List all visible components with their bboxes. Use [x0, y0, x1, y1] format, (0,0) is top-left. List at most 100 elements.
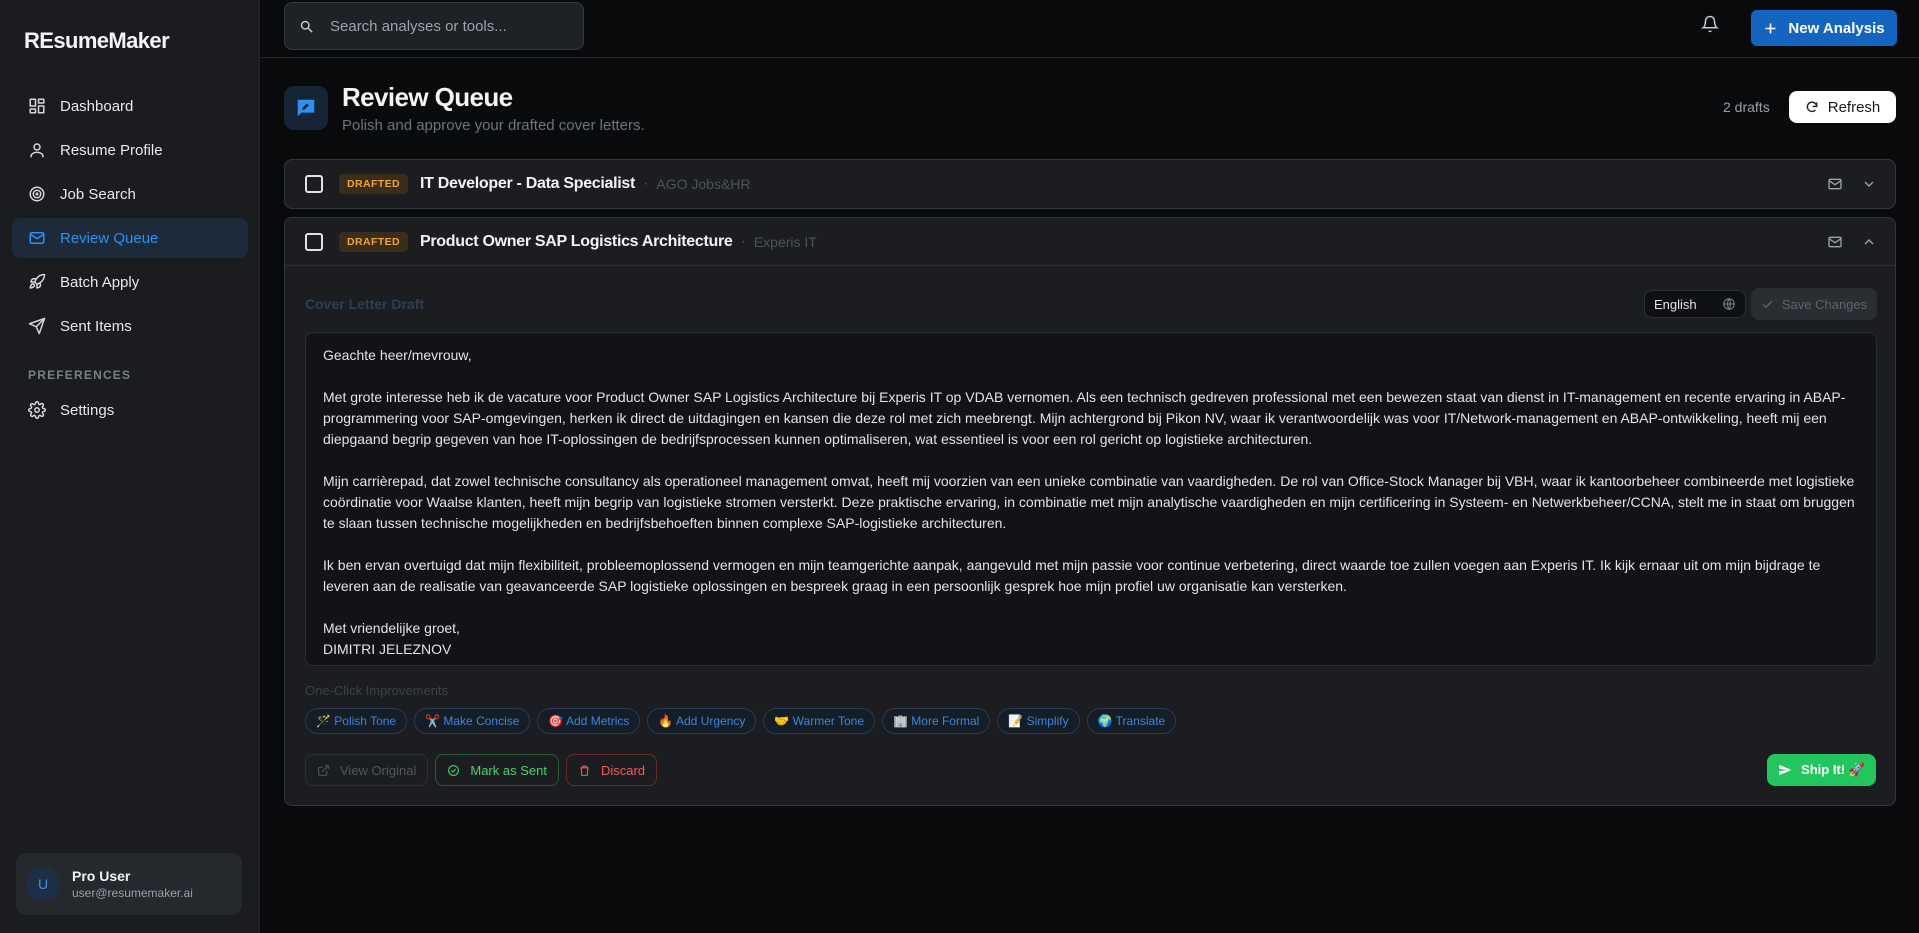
section-label-preferences: PREFERENCES	[28, 368, 132, 382]
status-badge: DRAFTED	[339, 174, 408, 194]
mail-icon	[29, 232, 45, 244]
company-name: AGO Jobs&HR	[656, 176, 751, 192]
sidebar-item-label: Sent Items	[60, 317, 132, 335]
check-icon	[1762, 300, 1773, 308]
discard-label: Discard	[600, 762, 646, 778]
save-label: Save Changes	[1781, 296, 1868, 312]
chevron-up-icon[interactable]	[1861, 234, 1877, 250]
chevron-down-icon[interactable]	[1861, 176, 1877, 192]
plus-icon	[1765, 23, 1776, 33]
draft-card[interactable]: DRAFTED IT Developer - Data Specialist ·…	[284, 159, 1896, 209]
mail-icon[interactable]	[1827, 234, 1843, 250]
refresh-icon	[1806, 101, 1818, 113]
user-name: Pro User	[72, 868, 131, 884]
draft-actions: View Original Mark as Sent Discard	[305, 754, 664, 786]
mail-icon[interactable]	[1827, 176, 1843, 192]
mark-as-sent-button[interactable]: Mark as Sent	[435, 754, 559, 786]
ship-it-button[interactable]: Ship It! 🚀	[1767, 754, 1876, 786]
select-checkbox[interactable]	[305, 175, 323, 193]
sidebar-item-batch-apply[interactable]: Batch Apply	[12, 262, 248, 302]
trash-icon	[580, 765, 589, 776]
job-title: IT Developer - Data Specialist	[419, 175, 636, 192]
user-card[interactable]: U Pro User user@resumemaker.ai	[16, 853, 242, 915]
select-checkbox[interactable]	[305, 232, 323, 251]
chip-add-urgency[interactable]: 🔥 Add Urgency	[647, 708, 757, 734]
chip-simplify[interactable]: 📝 Simplify	[997, 708, 1080, 734]
sidebar-item-label: Dashboard	[60, 97, 134, 115]
send-icon	[1779, 764, 1792, 776]
status-badge: DRAFTED	[339, 231, 408, 252]
sidebar-item-resume-profile[interactable]: Resume Profile	[12, 130, 248, 170]
view-original-button[interactable]: View Original	[305, 754, 429, 786]
discard-button[interactable]: Discard	[565, 754, 658, 786]
letter-paragraph: Met grote interesse heb ik de vacature v…	[323, 389, 1846, 447]
search-input[interactable]	[330, 17, 570, 35]
page-title: Review Queue	[342, 82, 513, 112]
improvement-chips: 🪄 Polish Tone ✂️ Make Concise 🎯 Add Metr…	[305, 708, 1183, 734]
target-icon	[29, 186, 45, 202]
brand-logo[interactable]: REsumeMaker	[24, 28, 170, 54]
sidebar-item-label: Resume Profile	[60, 141, 163, 159]
letter-closing: Met vriendelijke groet,	[323, 620, 460, 636]
bell-icon	[1700, 15, 1720, 33]
search-box[interactable]	[284, 2, 584, 50]
check-circle-icon	[448, 764, 460, 776]
user-email: user@resumemaker.ai	[72, 886, 193, 900]
mark-sent-label: Mark as Sent	[470, 762, 547, 778]
improvements-label: One-Click Improvements	[305, 683, 449, 698]
user-icon	[30, 143, 44, 158]
draft-card: DRAFTED Product Owner SAP Logistics Arch…	[284, 217, 1896, 806]
sidebar: REsumeMaker Dashboard Resume Profile Job…	[0, 0, 260, 933]
draft-card-header[interactable]: DRAFTED IT Developer - Data Specialist ·…	[285, 160, 1895, 208]
globe-icon	[1723, 298, 1735, 310]
chip-add-metrics[interactable]: 🎯 Add Metrics	[537, 708, 641, 734]
rocket-icon	[29, 273, 46, 289]
page-subtitle: Polish and approve your drafted cover le…	[342, 117, 645, 134]
gear-icon	[28, 401, 46, 419]
separator-dot: ·	[740, 232, 746, 250]
message-edit-icon	[297, 99, 315, 117]
chip-polish-tone[interactable]: 🪄 Polish Tone	[305, 708, 408, 734]
search-icon	[300, 20, 313, 33]
save-changes-button[interactable]: Save Changes	[1751, 288, 1877, 320]
letter-signature: DIMITRI JELEZNOV	[323, 641, 452, 657]
company-name: Experis IT	[753, 233, 817, 250]
dashboard-icon	[29, 98, 45, 114]
new-analysis-label: New Analysis	[1788, 19, 1885, 37]
avatar: U	[26, 867, 60, 901]
draft-card-header[interactable]: DRAFTED Product Owner SAP Logistics Arch…	[285, 218, 1895, 266]
chip-make-concise[interactable]: ✂️ Make Concise	[414, 708, 531, 734]
refresh-button[interactable]: Refresh	[1789, 91, 1896, 123]
sidebar-item-settings[interactable]: Settings	[12, 390, 248, 430]
new-analysis-button[interactable]: New Analysis	[1751, 10, 1897, 46]
view-original-label: View Original	[340, 762, 417, 778]
sidebar-item-review-queue[interactable]: Review Queue	[12, 218, 248, 258]
refresh-label: Refresh	[1827, 98, 1881, 116]
sidebar-item-label: Job Search	[60, 185, 136, 203]
letter-paragraph: Ik ben ervan overtuigd dat mijn flexibil…	[323, 557, 1821, 594]
topbar: New Analysis	[261, 0, 1919, 58]
cover-letter-editor[interactable]: Geachte heer/mevrouw, Met grote interess…	[305, 332, 1877, 666]
external-link-icon	[318, 764, 329, 776]
language-select[interactable]: English	[1644, 290, 1746, 318]
chip-more-formal[interactable]: 🏢 More Formal	[882, 708, 991, 734]
language-value: English	[1654, 296, 1697, 312]
sidebar-item-dashboard[interactable]: Dashboard	[12, 86, 248, 126]
ship-label: Ship It! 🚀	[1801, 762, 1865, 777]
sidebar-item-sent-items[interactable]: Sent Items	[12, 306, 248, 346]
chip-translate[interactable]: 🌍 Translate	[1086, 708, 1177, 734]
send-icon	[28, 317, 46, 335]
sidebar-item-label: Settings	[60, 401, 115, 419]
letter-greeting: Geachte heer/mevrouw,	[323, 347, 472, 363]
sidebar-item-label: Batch Apply	[60, 273, 140, 291]
separator-dot: ·	[643, 175, 649, 192]
chip-warmer-tone[interactable]: 🤝 Warmer Tone	[763, 708, 876, 734]
sidebar-item-job-search[interactable]: Job Search	[12, 174, 248, 214]
sidebar-nav: Dashboard Resume Profile Job Search Revi…	[12, 86, 248, 434]
notifications-button[interactable]	[1700, 15, 1723, 37]
review-queue-icon	[284, 86, 328, 130]
sidebar-item-label: Review Queue	[60, 229, 159, 247]
job-title: Product Owner SAP Logistics Architecture	[419, 232, 733, 250]
drafts-count: 2 drafts	[1723, 99, 1770, 115]
letter-paragraph: Mijn carrièrepad, dat zowel technische c…	[323, 473, 1855, 531]
